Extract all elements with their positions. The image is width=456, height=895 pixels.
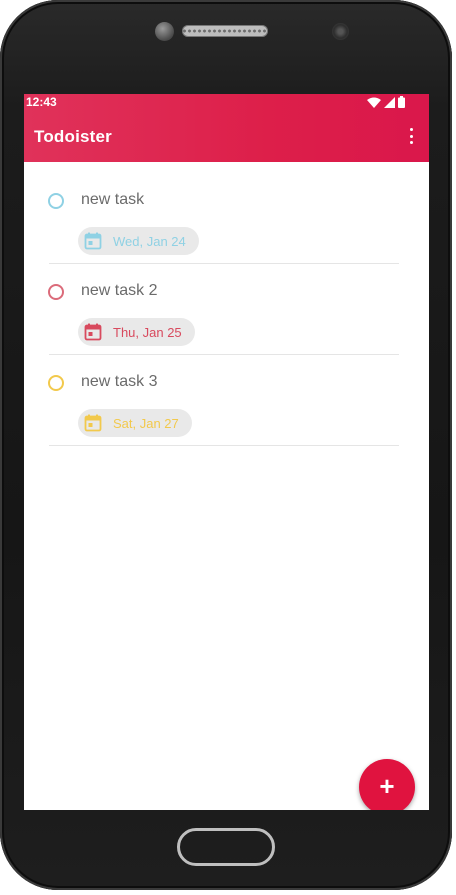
task-checkbox[interactable]: [48, 193, 64, 209]
task-title: new task 2: [81, 282, 158, 299]
earpiece-speaker: [182, 25, 268, 37]
task-checkbox[interactable]: [48, 284, 64, 300]
front-camera: [155, 22, 174, 41]
app-bar: 12:43 Todoister: [24, 94, 429, 162]
calendar-icon: [84, 232, 102, 250]
status-time: 12:43: [26, 95, 57, 109]
app-title: Todoister: [34, 127, 112, 146]
task-title: new task: [81, 191, 145, 208]
add-task-button[interactable]: +: [359, 759, 415, 810]
status-icons: [367, 96, 405, 108]
task-checkbox[interactable]: [48, 375, 64, 391]
divider: [49, 445, 399, 446]
calendar-icon: [84, 414, 102, 432]
add-icon: +: [379, 771, 395, 801]
battery-icon: [398, 96, 405, 108]
phone-frame: 12:43 Todoister new task Wed, Jan 24 new…: [0, 0, 452, 890]
task-item[interactable]: new task Wed, Jan 24: [24, 162, 429, 264]
due-date-chip[interactable]: Wed, Jan 24: [78, 227, 199, 255]
due-date-chip[interactable]: Sat, Jan 27: [78, 409, 192, 437]
wifi-icon: [367, 97, 381, 108]
due-date-text: Sat, Jan 27: [113, 415, 179, 431]
proximity-sensor: [332, 23, 349, 40]
calendar-icon: [84, 323, 102, 341]
due-date-text: Thu, Jan 25: [113, 324, 182, 340]
more-vert-icon: [409, 128, 413, 131]
app-screen: 12:43 Todoister new task Wed, Jan 24 new…: [24, 94, 429, 810]
due-date-chip[interactable]: Thu, Jan 25: [78, 318, 195, 346]
task-list: new task Wed, Jan 24 new task 2 Thu, Jan…: [24, 162, 429, 446]
due-date-text: Wed, Jan 24: [113, 233, 186, 249]
home-button[interactable]: [177, 828, 275, 866]
task-title: new task 3: [81, 373, 158, 390]
task-item[interactable]: new task 3 Sat, Jan 27: [24, 344, 429, 446]
signal-icon: [384, 96, 395, 108]
task-item[interactable]: new task 2 Thu, Jan 25: [24, 253, 429, 355]
more-options-button[interactable]: [405, 127, 417, 145]
